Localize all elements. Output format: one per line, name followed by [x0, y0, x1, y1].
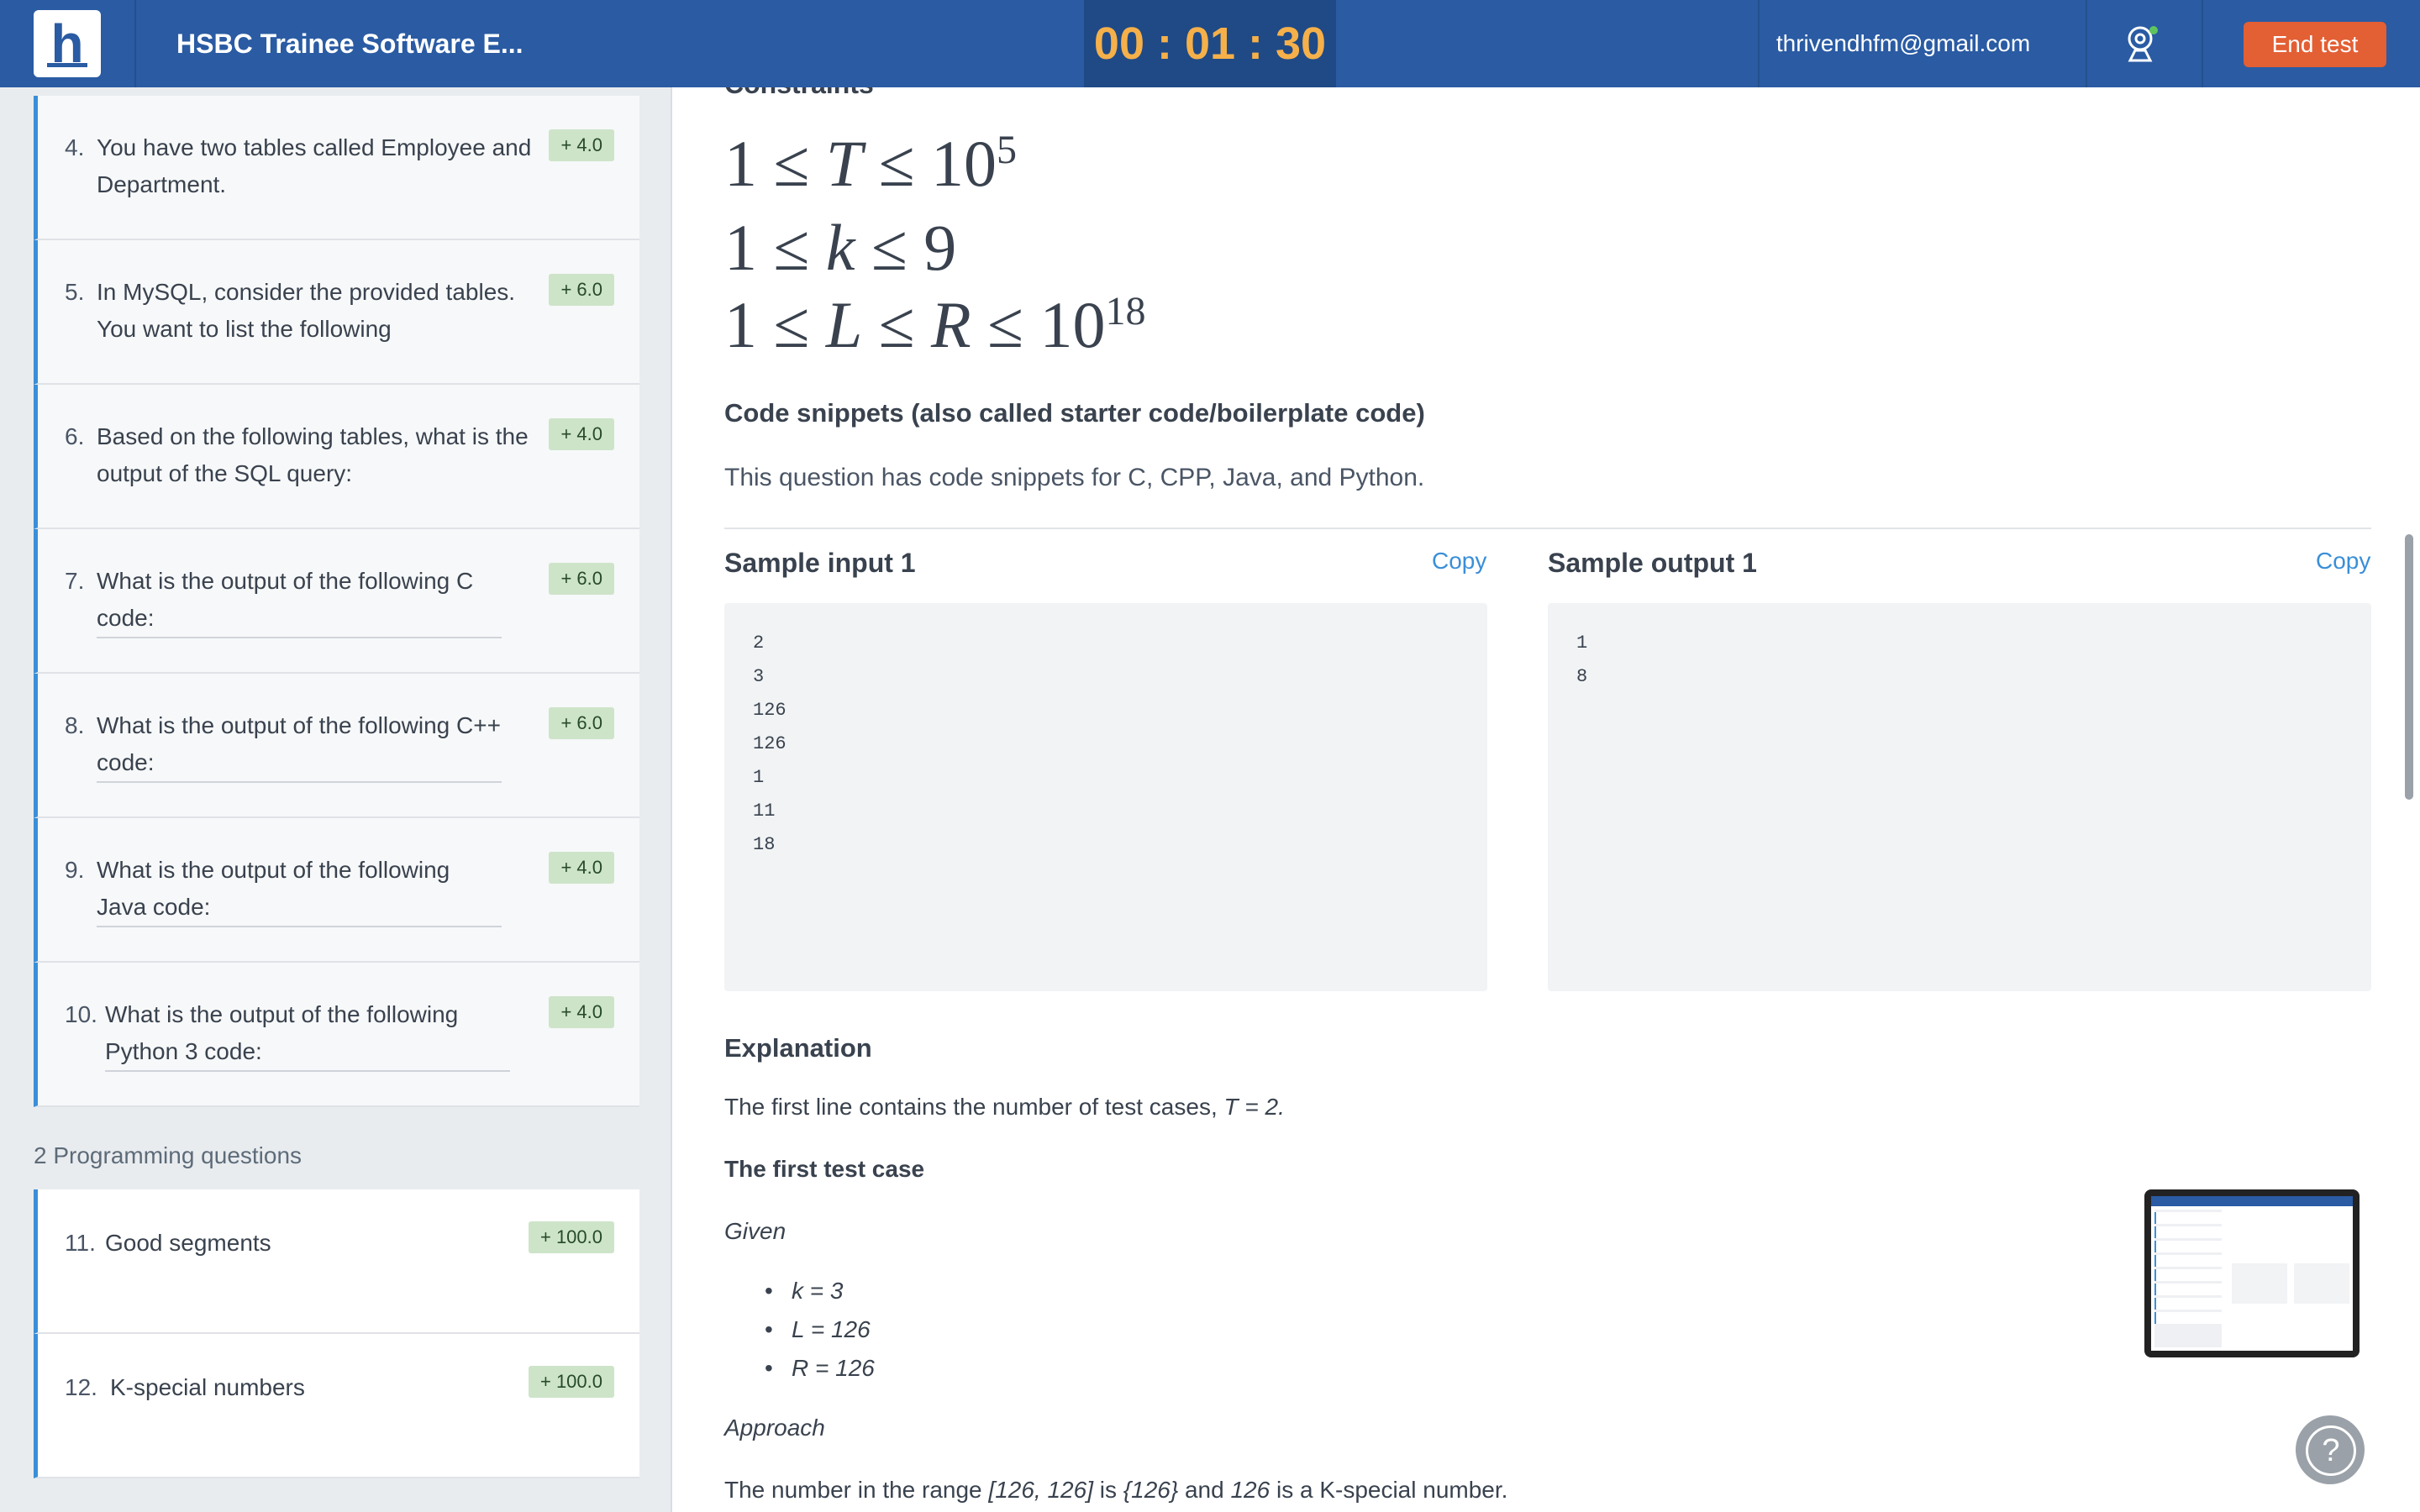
question-number: 11.: [65, 1230, 96, 1256]
code-snippets-heading: Code snippets (also called starter code/…: [724, 398, 1425, 428]
question-item-6[interactable]: 6. Based on the following tables, what i…: [34, 385, 639, 529]
question-number: 8.: [65, 712, 85, 738]
divider: [724, 528, 2371, 529]
code-snippets-text: This question has code snippets for C, C…: [724, 464, 1425, 491]
score-badge: + 4.0: [549, 129, 614, 161]
first-case-heading: The first test case: [724, 1156, 925, 1182]
question-text: What is the output of the following Java…: [97, 852, 502, 927]
question-item-7[interactable]: 7. What is the output of the following C…: [34, 529, 639, 674]
question-item-9[interactable]: 9. What is the output of the following J…: [34, 818, 639, 963]
sample-input-box: 2 3 126 126 1 11 18: [724, 603, 1487, 991]
score-badge: + 4.0: [549, 852, 614, 884]
list-item: L = 126: [765, 1310, 875, 1349]
question-number: 7.: [65, 568, 85, 594]
programming-section-label: 2 Programming questions: [34, 1142, 302, 1168]
question-item-5[interactable]: 5. In MySQL, consider the provided table…: [34, 240, 639, 385]
question-number: 6.: [65, 423, 85, 449]
approach-text: The number in the range [126, 126] is {1…: [724, 1477, 1508, 1503]
question-item-4[interactable]: 4. You have two tables called Employee a…: [34, 96, 639, 240]
user-email: thrivendhfm@gmail.com: [1776, 30, 2031, 56]
question-text: What is the output of the following C++ …: [97, 707, 502, 783]
question-list: 4. You have two tables called Employee a…: [34, 96, 639, 1107]
sample-output-text: 1 8: [1576, 633, 1588, 687]
webcam-preview-thumbnail[interactable]: [2144, 1189, 2360, 1357]
question-text: What is the output of the following C co…: [97, 563, 502, 638]
constraint-t: 1 ≤ T ≤ 105: [724, 127, 1018, 200]
list-item: R = 126: [765, 1349, 875, 1388]
constraints-heading: Constraints: [724, 87, 874, 100]
score-badge: + 6.0: [549, 707, 614, 739]
constraint-k: 1 ≤ k ≤ 9: [724, 211, 957, 284]
question-text: What is the output of the following Pyth…: [105, 996, 510, 1072]
question-text: You have two tables called Employee and …: [97, 134, 532, 197]
sample-output-title: Sample output 1: [1548, 548, 1757, 578]
copy-input-button[interactable]: Copy: [1432, 548, 1486, 575]
score-badge: + 100.0: [528, 1221, 614, 1253]
sample-output-box: 1 8: [1548, 603, 2371, 991]
programming-question-list: 11. Good segments + 100.0 12. K-special …: [34, 1189, 639, 1478]
sample-input-text: 2 3 126 126 1 11 18: [753, 633, 786, 855]
timer: 00 : 01 : 30: [1084, 0, 1336, 87]
score-badge: + 6.0: [549, 274, 614, 306]
explanation-heading: Explanation: [724, 1033, 872, 1063]
question-item-12[interactable]: 12. K-special numbers + 100.0: [34, 1334, 639, 1478]
question-text: K-special numbers: [110, 1374, 305, 1400]
sample-input-title: Sample input 1: [724, 548, 916, 578]
top-bar: h HSBC Trainee Software E... 00 : 01 : 3…: [0, 0, 2420, 87]
approach-label: Approach: [724, 1415, 825, 1441]
question-text: In MySQL, consider the provided tables. …: [97, 279, 516, 342]
hackerearth-logo: h: [34, 10, 101, 77]
webcam-icon[interactable]: [2122, 22, 2164, 66]
question-sidebar: 4. You have two tables called Employee a…: [0, 87, 671, 1512]
scrollbar-thumb[interactable]: [2405, 534, 2413, 800]
end-test-button[interactable]: End test: [2244, 22, 2386, 67]
question-text: Based on the following tables, what is t…: [97, 423, 529, 486]
help-button[interactable]: ?: [2296, 1415, 2365, 1484]
question-number: 9.: [65, 857, 85, 883]
question-number: 12.: [65, 1374, 97, 1400]
logo-letter: h: [50, 13, 84, 74]
question-item-11[interactable]: 11. Good segments + 100.0: [34, 1189, 639, 1334]
question-text: Good segments: [105, 1230, 271, 1256]
score-badge: + 100.0: [528, 1366, 614, 1398]
explanation-line: The first line contains the number of te…: [724, 1094, 1285, 1120]
score-badge: + 4.0: [549, 996, 614, 1028]
given-list: k = 3 L = 126 R = 126: [765, 1272, 875, 1388]
test-title: HSBC Trainee Software E...: [176, 29, 523, 59]
list-item: k = 3: [765, 1272, 875, 1310]
score-badge: + 4.0: [549, 418, 614, 450]
question-item-10[interactable]: 10. What is the output of the following …: [34, 963, 639, 1107]
copy-output-button[interactable]: Copy: [2316, 548, 2370, 575]
question-number: 4.: [65, 134, 85, 160]
constraint-lr: 1 ≤ L ≤ R ≤ 1018: [724, 288, 1146, 361]
question-number: 10.: [65, 1001, 97, 1027]
question-item-8[interactable]: 8. What is the output of the following C…: [34, 674, 639, 818]
score-badge: + 6.0: [549, 563, 614, 595]
question-number: 5.: [65, 279, 85, 305]
given-label: Given: [724, 1218, 786, 1244]
question-mark-icon: ?: [2306, 1425, 2356, 1476]
